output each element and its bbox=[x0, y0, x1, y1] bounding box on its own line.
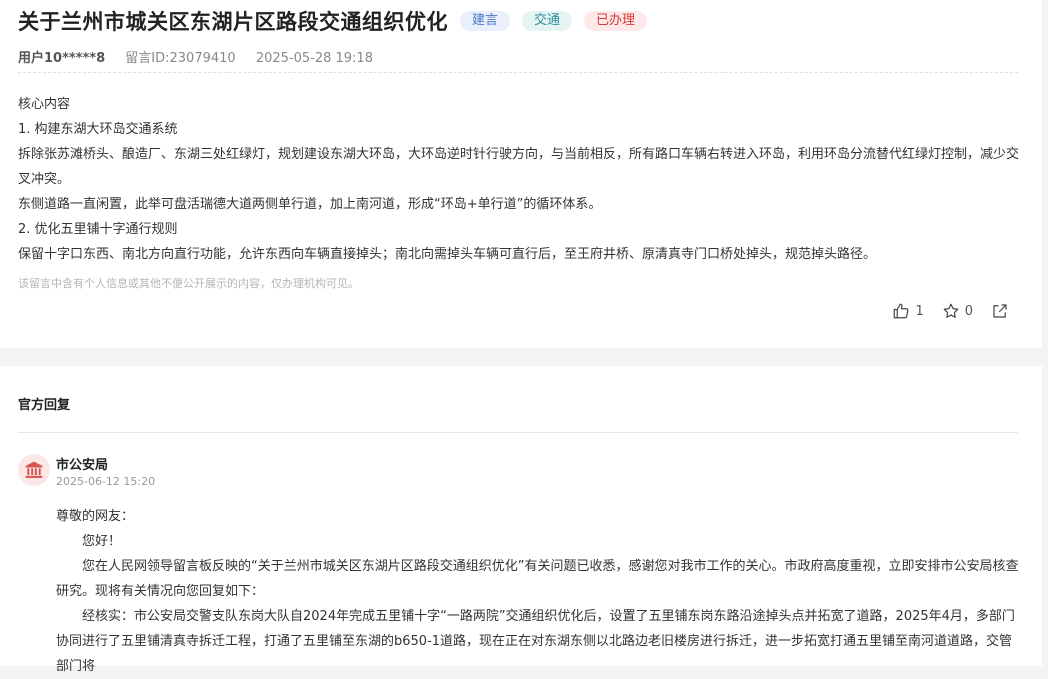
divider bbox=[18, 72, 1018, 73]
user-name: 用户10*****8 bbox=[18, 51, 106, 66]
title-row: 关于兰州市城关区东湖片区路段交通组织优化 建言 交通 已办理 bbox=[18, 6, 648, 36]
reply-paragraph-1: 您在人民网领导留言板反映的“关于兰州市城关区东湖片区路段交通组织优化”有关问题已… bbox=[56, 559, 1019, 599]
message-id: 留言ID:23079410 bbox=[125, 51, 236, 66]
star-icon bbox=[943, 303, 959, 318]
page-title: 关于兰州市城关区东湖片区路段交通组织优化 bbox=[18, 10, 448, 34]
post-meta: 用户10*****8 留言ID:23079410 2025-05-28 19:1… bbox=[18, 47, 389, 66]
avatar bbox=[18, 454, 50, 486]
like-button[interactable]: 1 bbox=[892, 302, 924, 320]
post-datetime: 2025-05-28 19:18 bbox=[255, 51, 373, 66]
content-point-1-extra: 东侧道路一直闲置，此举可盘活瑞德大道两侧单行道，加上南河道，形成“环岛+单行道”… bbox=[18, 197, 602, 212]
favorite-button[interactable]: 0 bbox=[942, 302, 973, 320]
reply-hello: 您好！ bbox=[82, 534, 122, 549]
reply-heading: 官方回复 bbox=[18, 398, 71, 413]
post-content: 核心内容 1. 构建东湖大环岛交通系统 拆除张苏滩桥头、酿造厂、东湖三处红绿灯，… bbox=[18, 92, 1020, 267]
thumbs-up-icon bbox=[894, 303, 909, 319]
post-card: 关于兰州市城关区东湖片区路段交通组织优化 建言 交通 已办理 用户10*****… bbox=[0, 0, 1042, 348]
content-point-1-body: 拆除张苏滩桥头、酿造厂、东湖三处红绿灯，规划建设东湖大环岛，大环岛逆时针行驶方向… bbox=[18, 147, 1020, 187]
post-actions: 1 0 bbox=[874, 302, 1014, 320]
reply-card: 官方回复 市公安局 2025-06-12 15:20 尊敬的网友： 您好！ 您在… bbox=[0, 366, 1042, 674]
reply-department: 市公安局 bbox=[56, 458, 109, 473]
like-count: 1 bbox=[915, 303, 924, 319]
reply-greeting: 尊敬的网友： bbox=[56, 509, 135, 524]
content-point-2-title: 2. 优化五里铺十字通行规则 bbox=[18, 222, 178, 237]
content-heading: 核心内容 bbox=[18, 97, 71, 112]
government-building-icon bbox=[25, 461, 43, 478]
share-icon bbox=[993, 304, 1007, 318]
favorite-count: 0 bbox=[964, 303, 973, 319]
reply-datetime: 2025-06-12 15:20 bbox=[56, 475, 156, 488]
reply-paragraph-2: 经核实：市公安局交警支队东岗大队自2024年完成五里铺十字“一路两院”交通组织优… bbox=[56, 609, 1015, 674]
tag-suggestion: 建言 bbox=[460, 11, 511, 31]
status-badge: 已办理 bbox=[584, 11, 648, 31]
share-button[interactable] bbox=[991, 302, 1014, 320]
content-point-1-title: 1. 构建东湖大环岛交通系统 bbox=[18, 122, 178, 137]
reply-body: 尊敬的网友： 您好！ 您在人民网领导留言板反映的“关于兰州市城关区东湖片区路段交… bbox=[56, 504, 1020, 679]
tag-traffic: 交通 bbox=[522, 11, 573, 31]
privacy-notice: 该留言中含有个人信息或其他不便公开展示的内容，仅办理机构可见。 bbox=[18, 277, 359, 290]
content-point-2-body: 保留十字口东西、南北方向直行功能，允许东西向车辆直接掉头；南北向需掉头车辆可直行… bbox=[18, 247, 877, 262]
divider bbox=[18, 432, 1018, 433]
